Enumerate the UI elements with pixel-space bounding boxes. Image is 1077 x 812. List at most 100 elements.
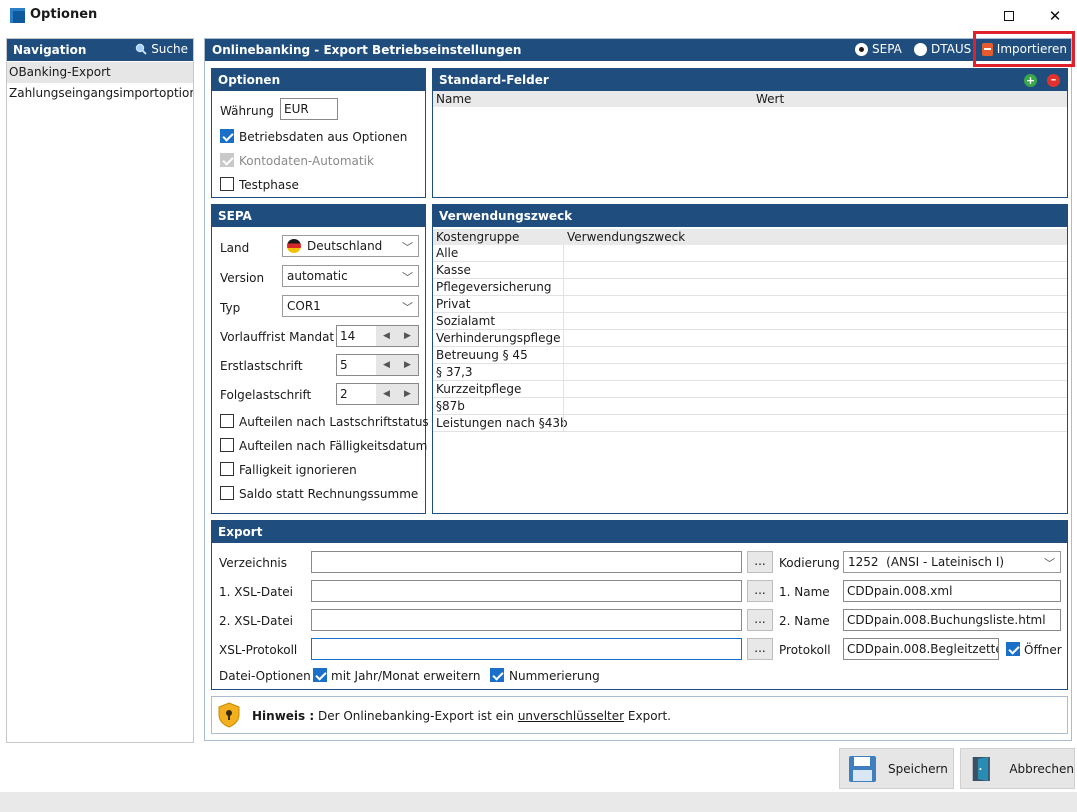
column-separator (563, 347, 564, 363)
currency-label: Währung (220, 104, 274, 118)
checkbox-betriebsdaten[interactable] (220, 129, 234, 143)
land-value: Deutschland (307, 239, 383, 253)
kostengruppe-cell: Leistungen nach §43b (436, 416, 568, 430)
vorlauffrist-stepper[interactable]: 14 ◀ ▶ (336, 325, 419, 347)
add-icon[interactable]: + (1024, 74, 1037, 87)
xslprot-label: XSL-Protokoll (219, 643, 298, 657)
table-row[interactable]: Leistungen nach §43b (433, 415, 1067, 432)
browse-xsl2-button[interactable]: ... (747, 609, 773, 631)
kodierung-select[interactable]: 1252 (ANSI - Lateinisch I) ﹀ (843, 551, 1061, 573)
checkbox-jahrmonat[interactable] (313, 668, 327, 682)
table-row[interactable]: Privat (433, 296, 1067, 313)
cancel-button[interactable]: Abbrechen (960, 748, 1075, 789)
optionen-title: Optionen (218, 73, 281, 87)
name1-input[interactable]: CDDpain.008.xml (843, 580, 1061, 602)
table-row[interactable]: Verhinderungspflege (433, 330, 1067, 347)
typ-select[interactable]: COR1 ﹀ (282, 295, 419, 317)
vorlauffrist-label: Vorlauffrist Mandat (220, 330, 335, 344)
decrement-icon[interactable]: ◀ (383, 389, 390, 399)
checkbox-falligkeit-ignorieren[interactable] (220, 462, 234, 476)
increment-icon[interactable]: ▶ (404, 360, 411, 370)
checkbox-faelligkeitsdatum[interactable] (220, 438, 234, 452)
sepa-title: SEPA (218, 209, 252, 223)
name2-input[interactable]: CDDpain.008.Buchungsliste.html (843, 609, 1061, 631)
column-separator (563, 279, 564, 295)
decrement-icon[interactable]: ◀ (383, 331, 390, 341)
version-select[interactable]: automatic ﹀ (282, 265, 419, 287)
search-icon (135, 43, 147, 55)
protokoll-input[interactable]: CDDpain.008.Begleitzettel. (843, 638, 999, 660)
checkbox-oeffner[interactable] (1006, 642, 1020, 656)
kostengruppe-cell: Sozialamt (436, 314, 496, 328)
checkbox-kontodaten-label: Kontodaten-Automatik (239, 154, 374, 168)
browse-xsl1-button[interactable]: ... (747, 580, 773, 602)
checkbox-saldo[interactable] (220, 486, 234, 500)
xslprot-input[interactable] (311, 638, 742, 660)
checkbox-falligkeit-ignorieren-label: Falligkeit ignorieren (239, 463, 357, 477)
chevron-down-icon: ﹀ (402, 271, 413, 284)
currency-input[interactable]: EUR (280, 98, 338, 120)
column-separator (563, 415, 564, 431)
nav-item-obanking-export[interactable]: OBanking-Export (7, 62, 193, 83)
radio-sepa-label: SEPA (872, 42, 902, 56)
verzeichnis-input[interactable] (311, 551, 742, 573)
increment-icon[interactable]: ▶ (404, 331, 411, 341)
land-select[interactable]: Deutschland ﹀ (282, 235, 419, 257)
browse-verzeichnis-button[interactable]: ... (747, 551, 773, 573)
folgelast-stepper[interactable]: 2 ◀ ▶ (336, 383, 419, 405)
table-row[interactable]: Kasse (433, 262, 1067, 279)
kostengruppe-cell: Pflegeversicherung (436, 280, 552, 294)
browse-xslprot-button[interactable]: ... (747, 638, 773, 660)
table-row[interactable]: Kurzzeitpflege (433, 381, 1067, 398)
table-row[interactable]: § 37,3 (433, 364, 1067, 381)
xsl1-label: 1. XSL-Datei (219, 585, 293, 599)
table-row[interactable]: Betreuung § 45 (433, 347, 1067, 364)
checkbox-testphase[interactable] (220, 177, 234, 191)
export-box: Export Verzeichnis ... 1. XSL-Datei ... … (211, 520, 1068, 690)
shield-lock-icon (218, 702, 240, 728)
maximize-button[interactable] (986, 0, 1032, 32)
standard-felder-title: Standard-Felder (439, 73, 549, 87)
optionen-header: Optionen (212, 69, 425, 91)
nav-item-zahlungseingang[interactable]: Zahlungseingangsimportoptionen (7, 83, 193, 104)
table-row[interactable]: Alle (433, 245, 1067, 262)
kostengruppe-cell: Privat (436, 297, 471, 311)
erstlast-label: Erstlastschrift (220, 359, 303, 373)
kostengruppe-cell: Alle (436, 246, 459, 260)
navigation-panel: Navigation Suche OBanking-Export Zahlung… (6, 38, 194, 743)
radio-dtaus[interactable]: DTAUS (914, 42, 971, 56)
column-separator (563, 364, 564, 380)
checkbox-lastschriftstatus[interactable] (220, 414, 234, 428)
standard-felder-columns: Name Wert (433, 91, 1067, 107)
xsl2-input[interactable] (311, 609, 742, 631)
xsl2-label: 2. XSL-Datei (219, 614, 293, 628)
save-label: Speichern (888, 761, 948, 776)
column-separator (563, 245, 564, 261)
hint-text-2: Export. (624, 709, 671, 723)
column-name: Name (436, 92, 472, 106)
table-row[interactable]: Sozialamt (433, 313, 1067, 330)
remove-icon[interactable]: – (1047, 74, 1060, 87)
folgelast-value: 2 (340, 387, 348, 401)
search-button[interactable]: Suche (135, 42, 188, 56)
typ-value: COR1 (287, 299, 321, 313)
radio-sepa[interactable]: SEPA (855, 42, 902, 56)
standard-felder-box: Standard-Felder + – Name Wert (432, 68, 1068, 198)
name2-label: 2. Name (779, 614, 830, 628)
decrement-icon[interactable]: ◀ (383, 360, 390, 370)
increment-icon[interactable]: ▶ (404, 389, 411, 399)
table-row[interactable]: Pflegeversicherung (433, 279, 1067, 296)
close-button[interactable]: ✕ (1032, 0, 1077, 32)
xsl1-input[interactable] (311, 580, 742, 602)
checkbox-nummerierung[interactable] (490, 668, 504, 682)
version-label: Version (220, 271, 265, 285)
table-row[interactable]: §87b (433, 398, 1067, 415)
save-button[interactable]: Speichern (839, 748, 954, 789)
app-icon (10, 8, 25, 23)
erstlast-stepper[interactable]: 5 ◀ ▶ (336, 354, 419, 376)
chevron-down-icon: ﹀ (402, 241, 413, 254)
kodierung-value: 1252 (ANSI - Lateinisch I) (848, 555, 1005, 569)
export-title: Export (218, 525, 263, 539)
cancel-label: Abbrechen (1009, 761, 1074, 776)
door-exit-icon (972, 756, 990, 781)
